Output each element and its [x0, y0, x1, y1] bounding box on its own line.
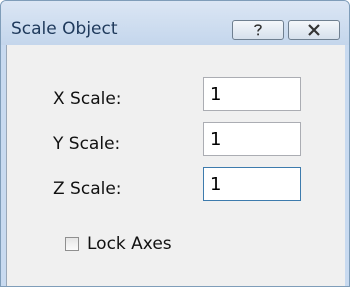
close-button[interactable] [288, 20, 340, 40]
title-bar[interactable]: Scale Object [1, 1, 349, 45]
question-mark-icon [254, 24, 262, 36]
z-scale-label: Z Scale: [53, 179, 122, 199]
help-button[interactable] [232, 20, 284, 40]
lock-axes-checkbox[interactable] [65, 237, 79, 251]
z-scale-input[interactable] [203, 167, 301, 201]
scale-object-dialog: Scale Object X Scale: Y Scale: Z Scale: … [0, 0, 350, 287]
x-scale-label: X Scale: [53, 89, 122, 109]
dialog-title: Scale Object [11, 19, 118, 39]
dialog-body: X Scale: Y Scale: Z Scale: Lock Axes [6, 45, 345, 286]
y-scale-label: Y Scale: [53, 134, 121, 154]
x-scale-input[interactable] [203, 77, 301, 111]
lock-axes-label[interactable]: Lock Axes [87, 236, 172, 253]
y-scale-input[interactable] [203, 122, 301, 156]
close-x-icon [308, 24, 320, 36]
